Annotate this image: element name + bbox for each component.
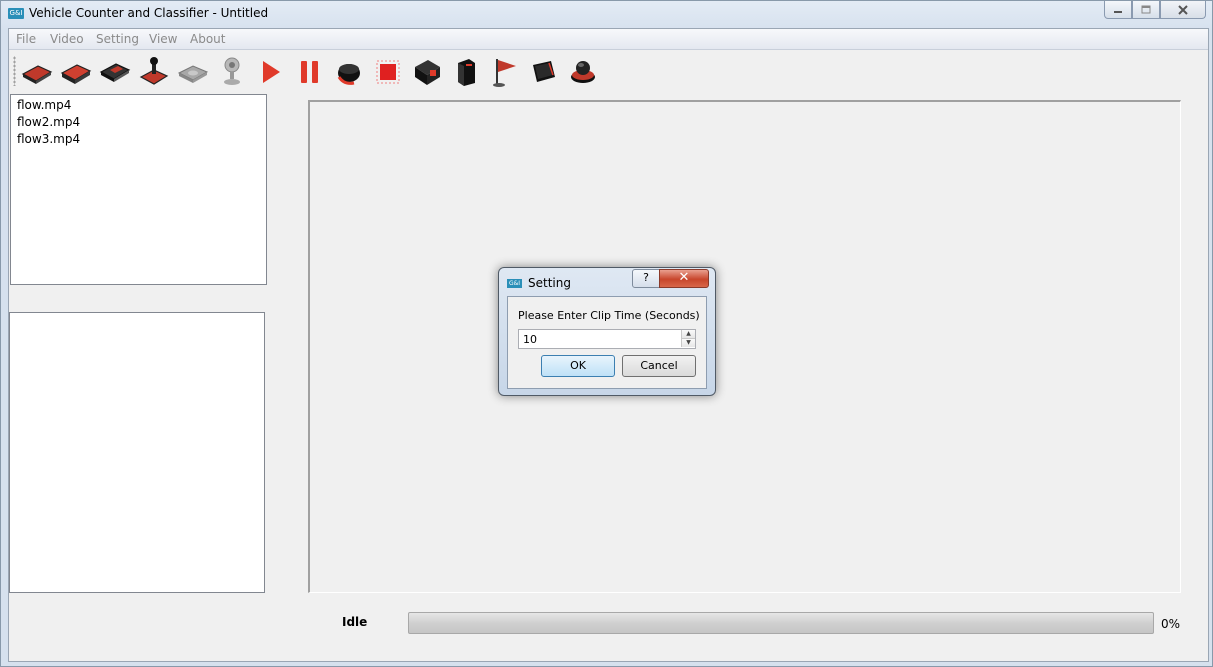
ok-button[interactable]: OK	[541, 355, 615, 377]
monitor-icon[interactable]	[527, 55, 561, 89]
menu-view[interactable]: View	[149, 32, 177, 46]
status-label: Idle	[342, 615, 368, 629]
title-bar[interactable]: G&I Vehicle Counter and Classifier - Unt…	[1, 1, 1212, 27]
file-list-item[interactable]: flow.mp4	[17, 98, 71, 112]
menu-file[interactable]: File	[16, 32, 36, 46]
clip-time-prompt: Please Enter Clip Time (Seconds)	[518, 309, 700, 322]
file-list-item[interactable]: flow2.mp4	[17, 115, 80, 129]
toolbar	[9, 50, 1208, 92]
dialog-help-button[interactable]: ?	[632, 269, 660, 288]
save-icon[interactable]	[98, 55, 132, 89]
menu-setting[interactable]: Setting	[96, 32, 139, 46]
setting-dialog: G&I Setting ? ✕ Please Enter Clip Time (…	[498, 267, 716, 396]
cancel-button[interactable]: Cancel	[622, 355, 696, 377]
clip-time-spinbox[interactable]: 10 ▲ ▼	[518, 329, 696, 349]
exit-icon[interactable]	[566, 55, 600, 89]
chevron-down-icon: ▼	[686, 339, 691, 346]
pause-icon[interactable]	[293, 55, 327, 89]
menu-about[interactable]: About	[190, 32, 225, 46]
app-logo: G&I	[8, 8, 24, 19]
play-icon[interactable]	[254, 55, 288, 89]
dialog-body: Please Enter Clip Time (Seconds) 10 ▲ ▼ …	[507, 296, 707, 389]
window-title: Vehicle Counter and Classifier - Untitle…	[29, 6, 269, 20]
device-icon[interactable]	[449, 55, 483, 89]
maximize-icon	[1141, 5, 1151, 14]
results-panel[interactable]	[9, 312, 265, 593]
spin-up-button[interactable]: ▲	[681, 330, 695, 339]
menu-bar: File Video Setting View About	[9, 29, 1208, 50]
disk-icon[interactable]	[176, 55, 210, 89]
chevron-up-icon: ▲	[686, 330, 691, 337]
joystick-icon[interactable]	[137, 55, 171, 89]
file-list-item[interactable]: flow3.mp4	[17, 132, 80, 146]
spin-down-button[interactable]: ▼	[681, 339, 695, 347]
webcam-icon[interactable]	[215, 55, 249, 89]
maximize-button[interactable]	[1132, 1, 1160, 19]
clip-time-value[interactable]: 10	[523, 333, 537, 346]
record-icon[interactable]	[332, 55, 366, 89]
video-display-area	[308, 100, 1181, 593]
close-button[interactable]	[1160, 1, 1206, 19]
progress-percent: 0%	[1161, 617, 1181, 631]
dialog-app-logo: G&I	[507, 279, 522, 288]
video-file-list[interactable]: flow.mp4 flow2.mp4 flow3.mp4	[10, 94, 267, 285]
settings-chip-icon[interactable]	[410, 55, 444, 89]
dialog-title: Setting	[528, 276, 571, 290]
minimize-button[interactable]	[1104, 1, 1132, 19]
flag-icon[interactable]	[488, 55, 522, 89]
window-controls	[1104, 1, 1206, 19]
close-icon	[1178, 4, 1188, 15]
open-folder-icon[interactable]	[59, 55, 93, 89]
progress-bar	[408, 612, 1154, 634]
stop-icon[interactable]	[371, 55, 405, 89]
open-file-icon[interactable]	[20, 55, 54, 89]
dialog-close-button[interactable]: ✕	[659, 269, 709, 288]
minimize-icon	[1114, 10, 1122, 13]
menu-video[interactable]: Video	[50, 32, 84, 46]
toolbar-grip-icon[interactable]	[13, 56, 16, 86]
